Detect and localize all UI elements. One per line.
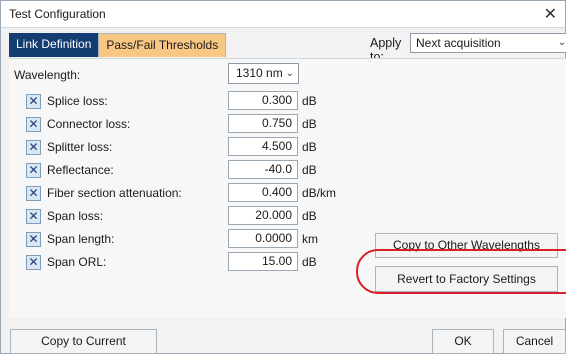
span-orl-checkbox[interactable]: ✕ bbox=[26, 255, 41, 270]
threshold-row-splitter-loss: ✕ Splitter loss: 4.500 dB bbox=[9, 136, 409, 158]
connector-loss-input[interactable]: 0.750 bbox=[228, 114, 298, 133]
connector-loss-checkbox[interactable]: ✕ bbox=[26, 117, 41, 132]
span-loss-input[interactable]: 20.000 bbox=[228, 206, 298, 225]
cancel-button[interactable]: Cancel bbox=[503, 329, 566, 354]
wavelength-label: Wavelength: bbox=[14, 68, 81, 82]
splitter-loss-unit: dB bbox=[302, 140, 317, 154]
reflectance-input[interactable]: -40.0 bbox=[228, 160, 298, 179]
fiber-section-attenuation-label: Fiber section attenuation: bbox=[47, 186, 182, 200]
span-loss-label: Span loss: bbox=[47, 209, 104, 223]
window-title: Test Configuration bbox=[9, 7, 106, 21]
tab-strip: Link Definition Pass/Fail Thresholds bbox=[9, 33, 227, 57]
wavelength-value: 1310 nm bbox=[236, 66, 283, 80]
fiber-section-attenuation-input[interactable]: 0.400 bbox=[228, 183, 298, 202]
chevron-down-icon: ⌄ bbox=[557, 37, 566, 48]
span-orl-unit: dB bbox=[302, 255, 317, 269]
reflectance-label: Reflectance: bbox=[47, 163, 114, 177]
tab-link-definition[interactable]: Link Definition bbox=[9, 33, 99, 57]
threshold-row-connector-loss: ✕ Connector loss: 0.750 dB bbox=[9, 113, 409, 135]
reflectance-checkbox[interactable]: ✕ bbox=[26, 163, 41, 178]
tab-pass-fail-thresholds[interactable]: Pass/Fail Thresholds bbox=[98, 33, 227, 57]
close-icon[interactable]: ✕ bbox=[544, 4, 557, 24]
threshold-row-fiber-section-attenuation: ✕ Fiber section attenuation: 0.400 dB/km bbox=[9, 182, 409, 204]
threshold-row-span-orl: ✕ Span ORL: 15.00 dB bbox=[9, 251, 409, 273]
splitter-loss-input[interactable]: 4.500 bbox=[228, 137, 298, 156]
ok-button[interactable]: OK bbox=[432, 329, 494, 354]
apply-to-select[interactable]: Next acquisition ⌄ bbox=[410, 33, 566, 53]
threshold-row-splice-loss: ✕ Splice loss: 0.300 dB bbox=[9, 90, 409, 112]
revert-to-factory-settings-button[interactable]: Revert to Factory Settings bbox=[375, 266, 558, 292]
splice-loss-input[interactable]: 0.300 bbox=[228, 91, 298, 110]
title-bar: Test Configuration ✕ bbox=[0, 0, 566, 27]
span-orl-label: Span ORL: bbox=[47, 255, 107, 269]
splice-loss-unit: dB bbox=[302, 94, 317, 108]
dialog-body: Link Definition Pass/Fail Thresholds App… bbox=[0, 27, 566, 354]
span-length-checkbox[interactable]: ✕ bbox=[26, 232, 41, 247]
splice-loss-checkbox[interactable]: ✕ bbox=[26, 94, 41, 109]
threshold-row-span-loss: ✕ Span loss: 20.000 dB bbox=[9, 205, 409, 227]
span-length-input[interactable]: 0.0000 bbox=[228, 229, 298, 248]
span-loss-checkbox[interactable]: ✕ bbox=[26, 209, 41, 224]
copy-to-other-wavelengths-button[interactable]: Copy to Other Wavelengths bbox=[375, 233, 558, 258]
fiber-section-attenuation-unit: dB/km bbox=[302, 186, 337, 200]
threshold-row-reflectance: ✕ Reflectance: -40.0 dB bbox=[9, 159, 409, 181]
chevron-down-icon: ⌄ bbox=[285, 68, 294, 79]
splitter-loss-checkbox[interactable]: ✕ bbox=[26, 140, 41, 155]
span-loss-unit: dB bbox=[302, 209, 317, 223]
splice-loss-label: Splice loss: bbox=[47, 94, 108, 108]
span-length-label: Span length: bbox=[47, 232, 115, 246]
splitter-loss-label: Splitter loss: bbox=[47, 140, 113, 154]
apply-to-value: Next acquisition bbox=[416, 36, 501, 50]
span-orl-input[interactable]: 15.00 bbox=[228, 252, 298, 271]
reflectance-unit: dB bbox=[302, 163, 317, 177]
copy-to-current-acquisition-button[interactable]: Copy to Current Acquisition bbox=[10, 329, 157, 354]
wavelength-select[interactable]: 1310 nm ⌄ bbox=[228, 63, 299, 84]
span-length-unit: km bbox=[302, 232, 318, 246]
connector-loss-unit: dB bbox=[302, 117, 317, 131]
fiber-section-attenuation-checkbox[interactable]: ✕ bbox=[26, 186, 41, 201]
threshold-row-span-length: ✕ Span length: 0.0000 km bbox=[9, 228, 409, 250]
connector-loss-label: Connector loss: bbox=[47, 117, 131, 131]
